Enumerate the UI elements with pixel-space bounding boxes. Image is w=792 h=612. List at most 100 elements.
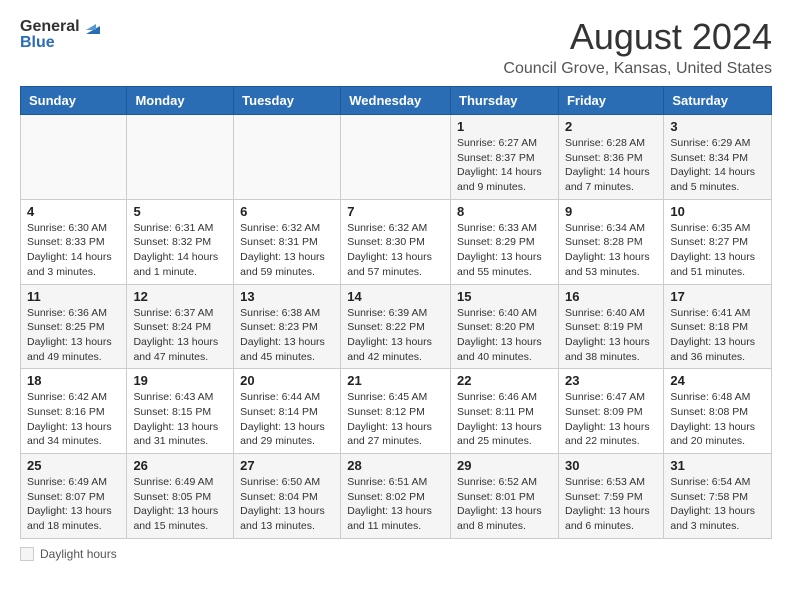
day-info: Sunrise: 6:47 AM Sunset: 8:09 PM Dayligh… [565, 390, 657, 449]
legend-area: Daylight hours [20, 547, 772, 561]
calendar-day-cell: 6 Sunrise: 6:32 AM Sunset: 8:31 PM Daylig… [234, 199, 341, 284]
day-number: 3 [670, 119, 765, 134]
calendar-day-cell: 10 Sunrise: 6:35 AM Sunset: 8:27 PM Dayli… [664, 199, 772, 284]
calendar-day-cell: 22Sunrise: 6:46 AM Sunset: 8:11 PM Dayli… [451, 369, 559, 454]
day-info: Sunrise: 6:33 AM Sunset: 8:29 PM Dayligh… [457, 221, 552, 280]
day-info: Sunrise: 6:34 AM Sunset: 8:28 PM Dayligh… [565, 221, 657, 280]
calendar-header-cell: Monday [127, 87, 234, 115]
day-info: Sunrise: 6:36 AM Sunset: 8:25 PM Dayligh… [27, 306, 120, 365]
day-info: Sunrise: 6:50 AM Sunset: 8:04 PM Dayligh… [240, 475, 334, 534]
calendar-day-cell: 24Sunrise: 6:48 AM Sunset: 8:08 PM Dayli… [664, 369, 772, 454]
calendar-day-cell: 31 Sunrise: 6:54 AM Sunset: 7:58 PM Dayli… [664, 454, 772, 539]
day-number: 15 [457, 289, 552, 304]
day-info: Sunrise: 6:35 AM Sunset: 8:27 PM Dayligh… [670, 221, 765, 280]
calendar-day-cell: 26 Sunrise: 6:49 AM Sunset: 8:05 PM Dayli… [127, 454, 234, 539]
day-info: Sunrise: 6:30 AM Sunset: 8:33 PM Dayligh… [27, 221, 120, 280]
legend-text: Daylight hours [40, 547, 117, 561]
day-number: 31 [670, 458, 765, 473]
day-number: 29 [457, 458, 552, 473]
header: General Blue August 2024 Council Grove, … [20, 16, 772, 78]
day-number: 7 [347, 204, 444, 219]
calendar-day-cell: 12 Sunrise: 6:37 AM Sunset: 8:24 PM Dayli… [127, 284, 234, 369]
day-number: 13 [240, 289, 334, 304]
calendar-header-cell: Wednesday [341, 87, 451, 115]
logo-icon [82, 16, 104, 38]
calendar-day-cell [341, 115, 451, 200]
day-info: Sunrise: 6:49 AM Sunset: 8:07 PM Dayligh… [27, 475, 120, 534]
day-info: Sunrise: 6:52 AM Sunset: 8:01 PM Dayligh… [457, 475, 552, 534]
calendar-week-row: 11 Sunrise: 6:36 AM Sunset: 8:25 PM Dayli… [21, 284, 772, 369]
calendar-day-cell: 1 Sunrise: 6:27 AM Sunset: 8:37 PM Daylig… [451, 115, 559, 200]
day-number: 18 [27, 373, 120, 388]
day-info: Sunrise: 6:45 AM Sunset: 8:12 PM Dayligh… [347, 390, 444, 449]
calendar-day-cell: 11 Sunrise: 6:36 AM Sunset: 8:25 PM Dayli… [21, 284, 127, 369]
calendar-week-row: 25 Sunrise: 6:49 AM Sunset: 8:07 PM Dayli… [21, 454, 772, 539]
day-number: 20 [240, 373, 334, 388]
location-title: Council Grove, Kansas, United States [503, 60, 772, 78]
day-number: 4 [27, 204, 120, 219]
day-number: 30 [565, 458, 657, 473]
day-info: Sunrise: 6:29 AM Sunset: 8:34 PM Dayligh… [670, 136, 765, 195]
day-info: Sunrise: 6:32 AM Sunset: 8:31 PM Dayligh… [240, 221, 334, 280]
day-number: 17 [670, 289, 765, 304]
day-number: 24 [670, 373, 765, 388]
calendar-day-cell: 23 Sunrise: 6:47 AM Sunset: 8:09 PM Dayli… [558, 369, 663, 454]
calendar-day-cell: 14Sunrise: 6:39 AM Sunset: 8:22 PM Dayli… [341, 284, 451, 369]
day-number: 11 [27, 289, 120, 304]
calendar-day-cell: 21Sunrise: 6:45 AM Sunset: 8:12 PM Dayli… [341, 369, 451, 454]
calendar-day-cell: 2 Sunrise: 6:28 AM Sunset: 8:36 PM Daylig… [558, 115, 663, 200]
day-info: Sunrise: 6:53 AM Sunset: 7:59 PM Dayligh… [565, 475, 657, 534]
day-number: 1 [457, 119, 552, 134]
calendar-day-cell [234, 115, 341, 200]
calendar-day-cell: 20 Sunrise: 6:44 AM Sunset: 8:14 PM Dayli… [234, 369, 341, 454]
calendar-day-cell: 5Sunrise: 6:31 AM Sunset: 8:32 PM Daylig… [127, 199, 234, 284]
calendar-day-cell [127, 115, 234, 200]
day-info: Sunrise: 6:54 AM Sunset: 7:58 PM Dayligh… [670, 475, 765, 534]
day-number: 22 [457, 373, 552, 388]
day-info: Sunrise: 6:31 AM Sunset: 8:32 PM Dayligh… [133, 221, 227, 280]
day-info: Sunrise: 6:43 AM Sunset: 8:15 PM Dayligh… [133, 390, 227, 449]
calendar-day-cell [21, 115, 127, 200]
day-number: 10 [670, 204, 765, 219]
day-number: 12 [133, 289, 227, 304]
day-number: 6 [240, 204, 334, 219]
logo-blue-text: Blue [20, 34, 55, 52]
day-info: Sunrise: 6:41 AM Sunset: 8:18 PM Dayligh… [670, 306, 765, 365]
day-info: Sunrise: 6:40 AM Sunset: 8:19 PM Dayligh… [565, 306, 657, 365]
day-info: Sunrise: 6:51 AM Sunset: 8:02 PM Dayligh… [347, 475, 444, 534]
calendar-header-cell: Thursday [451, 87, 559, 115]
day-info: Sunrise: 6:42 AM Sunset: 8:16 PM Dayligh… [27, 390, 120, 449]
calendar-day-cell: 16Sunrise: 6:40 AM Sunset: 8:19 PM Dayli… [558, 284, 663, 369]
day-info: Sunrise: 6:49 AM Sunset: 8:05 PM Dayligh… [133, 475, 227, 534]
day-info: Sunrise: 6:28 AM Sunset: 8:36 PM Dayligh… [565, 136, 657, 195]
legend-box [20, 547, 34, 561]
calendar-day-cell: 29 Sunrise: 6:52 AM Sunset: 8:01 PM Dayli… [451, 454, 559, 539]
calendar-week-row: 18 Sunrise: 6:42 AM Sunset: 8:16 PM Dayli… [21, 369, 772, 454]
calendar-day-cell: 25 Sunrise: 6:49 AM Sunset: 8:07 PM Dayli… [21, 454, 127, 539]
calendar-day-cell: 3 Sunrise: 6:29 AM Sunset: 8:34 PM Daylig… [664, 115, 772, 200]
day-number: 19 [133, 373, 227, 388]
calendar-day-cell: 4 Sunrise: 6:30 AM Sunset: 8:33 PM Daylig… [21, 199, 127, 284]
day-info: Sunrise: 6:44 AM Sunset: 8:14 PM Dayligh… [240, 390, 334, 449]
calendar-day-cell: 13Sunrise: 6:38 AM Sunset: 8:23 PM Dayli… [234, 284, 341, 369]
title-area: August 2024 Council Grove, Kansas, Unite… [503, 16, 772, 78]
calendar-week-row: 4 Sunrise: 6:30 AM Sunset: 8:33 PM Daylig… [21, 199, 772, 284]
calendar-header-cell: Tuesday [234, 87, 341, 115]
calendar-day-cell: 8 Sunrise: 6:33 AM Sunset: 8:29 PM Daylig… [451, 199, 559, 284]
day-info: Sunrise: 6:27 AM Sunset: 8:37 PM Dayligh… [457, 136, 552, 195]
calendar-header-cell: Friday [558, 87, 663, 115]
day-info: Sunrise: 6:32 AM Sunset: 8:30 PM Dayligh… [347, 221, 444, 280]
day-number: 8 [457, 204, 552, 219]
calendar-header-cell: Saturday [664, 87, 772, 115]
day-number: 25 [27, 458, 120, 473]
day-info: Sunrise: 6:40 AM Sunset: 8:20 PM Dayligh… [457, 306, 552, 365]
calendar-week-row: 1 Sunrise: 6:27 AM Sunset: 8:37 PM Daylig… [21, 115, 772, 200]
day-number: 26 [133, 458, 227, 473]
calendar-day-cell: 27Sunrise: 6:50 AM Sunset: 8:04 PM Dayli… [234, 454, 341, 539]
day-number: 2 [565, 119, 657, 134]
calendar-day-cell: 30 Sunrise: 6:53 AM Sunset: 7:59 PM Dayli… [558, 454, 663, 539]
calendar-day-cell: 18 Sunrise: 6:42 AM Sunset: 8:16 PM Dayli… [21, 369, 127, 454]
calendar-day-cell: 15 Sunrise: 6:40 AM Sunset: 8:20 PM Dayli… [451, 284, 559, 369]
day-number: 23 [565, 373, 657, 388]
day-info: Sunrise: 6:37 AM Sunset: 8:24 PM Dayligh… [133, 306, 227, 365]
